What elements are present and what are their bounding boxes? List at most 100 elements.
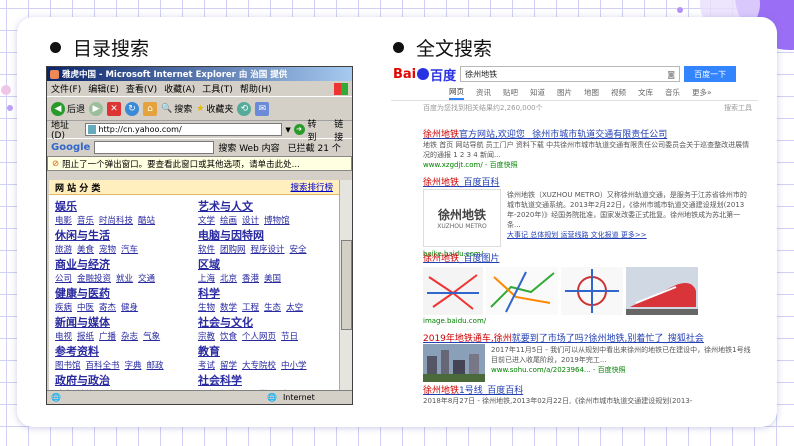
links-button[interactable]: 链接 [334,117,352,143]
go-button[interactable]: 转到 [308,117,326,143]
category-link[interactable]: 图书馆 [55,361,81,371]
refresh-icon[interactable]: ↻ [125,101,140,116]
tab-video[interactable]: 视频 [611,87,626,98]
result-sublinks[interactable]: 大事记 总体规划 运营线路 文化报道 更多>> [507,230,753,240]
menu-help[interactable]: 帮助(H) [240,82,272,95]
result-url[interactable]: www.sohu.com/a/2023964... - 百度快照 [491,365,753,375]
category-link[interactable]: 美食 [77,245,94,255]
ie-titlebar[interactable]: 雅虎中国 - Microsoft Internet Explorer 由 治国 … [47,67,352,81]
popup-blocked-button[interactable]: 已拦截 21 个 [288,141,341,154]
category-link[interactable]: 团购网 [220,245,246,255]
tab-news[interactable]: 资讯 [476,87,491,98]
category-title[interactable]: 政府与政治 [55,372,190,388]
category-link[interactable]: 健身 [121,303,138,313]
search-tools-button[interactable]: 搜索工具 [724,103,752,113]
back-button[interactable]: ◀ 后退 [51,101,85,116]
mail-icon[interactable]: ✉ [255,101,270,116]
result-title[interactable]: 徐州地铁_百度百科 [423,175,753,188]
category-link[interactable]: 节日 [281,332,298,342]
tab-tieba[interactable]: 贴吧 [503,87,518,98]
tab-wenku[interactable]: 文库 [638,87,653,98]
metro-network-thumbnail[interactable] [486,267,558,315]
metro-train-thumbnail[interactable] [626,267,698,315]
tab-web[interactable]: 网页 [449,86,464,100]
result-url[interactable]: image.baidu.com/ [423,317,753,325]
category-title[interactable]: 休闲与生活 [55,227,190,243]
category-link[interactable]: 酷站 [138,216,155,226]
address-input[interactable]: http://cn.yahoo.com/ [85,123,283,136]
category-title[interactable]: 区域 [198,256,333,272]
category-link[interactable]: 程序设计 [251,245,285,255]
category-title[interactable]: 参考资料 [55,343,190,359]
baidu-search-button[interactable]: 百度一下 [684,66,737,82]
category-title[interactable]: 艺术与人文 [198,198,333,214]
category-link[interactable]: 数学 [220,303,237,313]
category-link[interactable]: 软件 [198,245,215,255]
category-link[interactable]: 字典 [125,361,142,371]
stop-icon[interactable]: ✕ [107,101,122,116]
vertical-scrollbar[interactable] [339,180,352,390]
category-link[interactable]: 广播 [99,332,116,342]
category-link[interactable]: 生物 [198,303,215,313]
camera-icon[interactable]: ◙ [667,70,675,79]
city-photo-thumbnail[interactable] [423,344,485,382]
category-link[interactable]: 旅游 [55,245,72,255]
category-link[interactable]: 安全 [290,245,307,255]
category-link[interactable]: 中医 [77,303,94,313]
tab-more[interactable]: 更多» [692,87,712,98]
home-icon[interactable]: ⌂ [143,101,158,116]
menu-tools[interactable]: 工具(T) [202,82,233,95]
category-link[interactable]: 美国 [264,274,281,284]
popup-blocker-bar[interactable]: ⊘ 阻止了一个弹出窗口。要查看此窗口或其他选项，请单击此处... [47,156,352,171]
category-link[interactable]: 工程 [242,303,259,313]
category-link[interactable]: 公司 [55,274,72,284]
category-title[interactable]: 教育 [198,343,333,359]
category-link[interactable]: 金融投资 [77,274,111,284]
category-title[interactable]: 健康与医药 [55,285,190,301]
category-title[interactable]: 科学 [198,285,333,301]
result-title[interactable]: 2019年地铁通车,徐州就要到了市场了吗?徐州地铁,别着忙了_搜狐社会 [423,331,743,344]
category-link[interactable]: 绘画 [220,216,237,226]
category-link[interactable]: 大专院校 [242,361,276,371]
category-link[interactable]: 宠物 [99,245,116,255]
google-search-input[interactable] [94,141,215,154]
category-title[interactable]: 商业与经济 [55,256,190,272]
category-link[interactable]: 报纸 [77,332,94,342]
category-link[interactable]: 音乐 [77,216,94,226]
category-link[interactable]: 个人网页 [242,332,276,342]
category-title[interactable]: 新闻与媒体 [55,314,190,330]
result-title[interactable]: 徐州地铁官方网站,欢迎您 _徐州市城市轨道交通有限责任公司 [423,127,753,140]
category-link[interactable]: 寄杰 [99,303,116,313]
category-link[interactable]: 气象 [143,332,160,342]
category-link[interactable]: 北京 [220,274,237,284]
tab-images[interactable]: 图片 [557,87,572,98]
category-link[interactable]: 中小学 [281,361,307,371]
history-icon[interactable]: ⟲ [237,101,252,116]
category-link[interactable]: 生态 [264,303,281,313]
menu-view[interactable]: 查看(V) [126,82,157,95]
category-link[interactable]: 考试 [198,361,215,371]
baidu-logo[interactable]: Bai 百度 [393,65,456,84]
forward-button[interactable]: ▶ [89,101,104,116]
tab-map[interactable]: 地图 [584,87,599,98]
category-link[interactable]: 香港 [242,274,259,284]
result-title[interactable]: 徐州地铁1号线_百度百科 [423,383,753,396]
category-link[interactable]: 时尚科技 [99,216,133,226]
category-title[interactable]: 社会科学 [198,372,333,388]
baidu-search-input[interactable]: 徐州地铁 ◙ [460,66,681,82]
category-link[interactable]: 文学 [198,216,215,226]
result-title[interactable]: 徐州地铁_百度图片 [423,251,753,264]
google-search-button[interactable]: 搜索 Web 内容 [218,141,279,154]
metro-map-thumbnail[interactable] [423,267,483,315]
category-link[interactable]: 设计 [242,216,259,226]
go-arrow-icon[interactable]: ➜ [293,124,305,135]
category-link[interactable]: 太空 [286,303,303,313]
nav-more-link[interactable]: 搜索排行榜 [290,181,333,193]
scroll-thumb[interactable] [341,240,352,330]
category-link[interactable]: 上海 [198,274,215,284]
category-title[interactable]: 电脑与因特网 [198,227,333,243]
menu-file[interactable]: 文件(F) [51,82,81,95]
menu-edit[interactable]: 编辑(E) [88,82,119,95]
category-title[interactable]: 娱乐 [55,198,190,214]
result-url[interactable]: www.xzgdjt.com/ - 百度快照 [423,160,753,170]
